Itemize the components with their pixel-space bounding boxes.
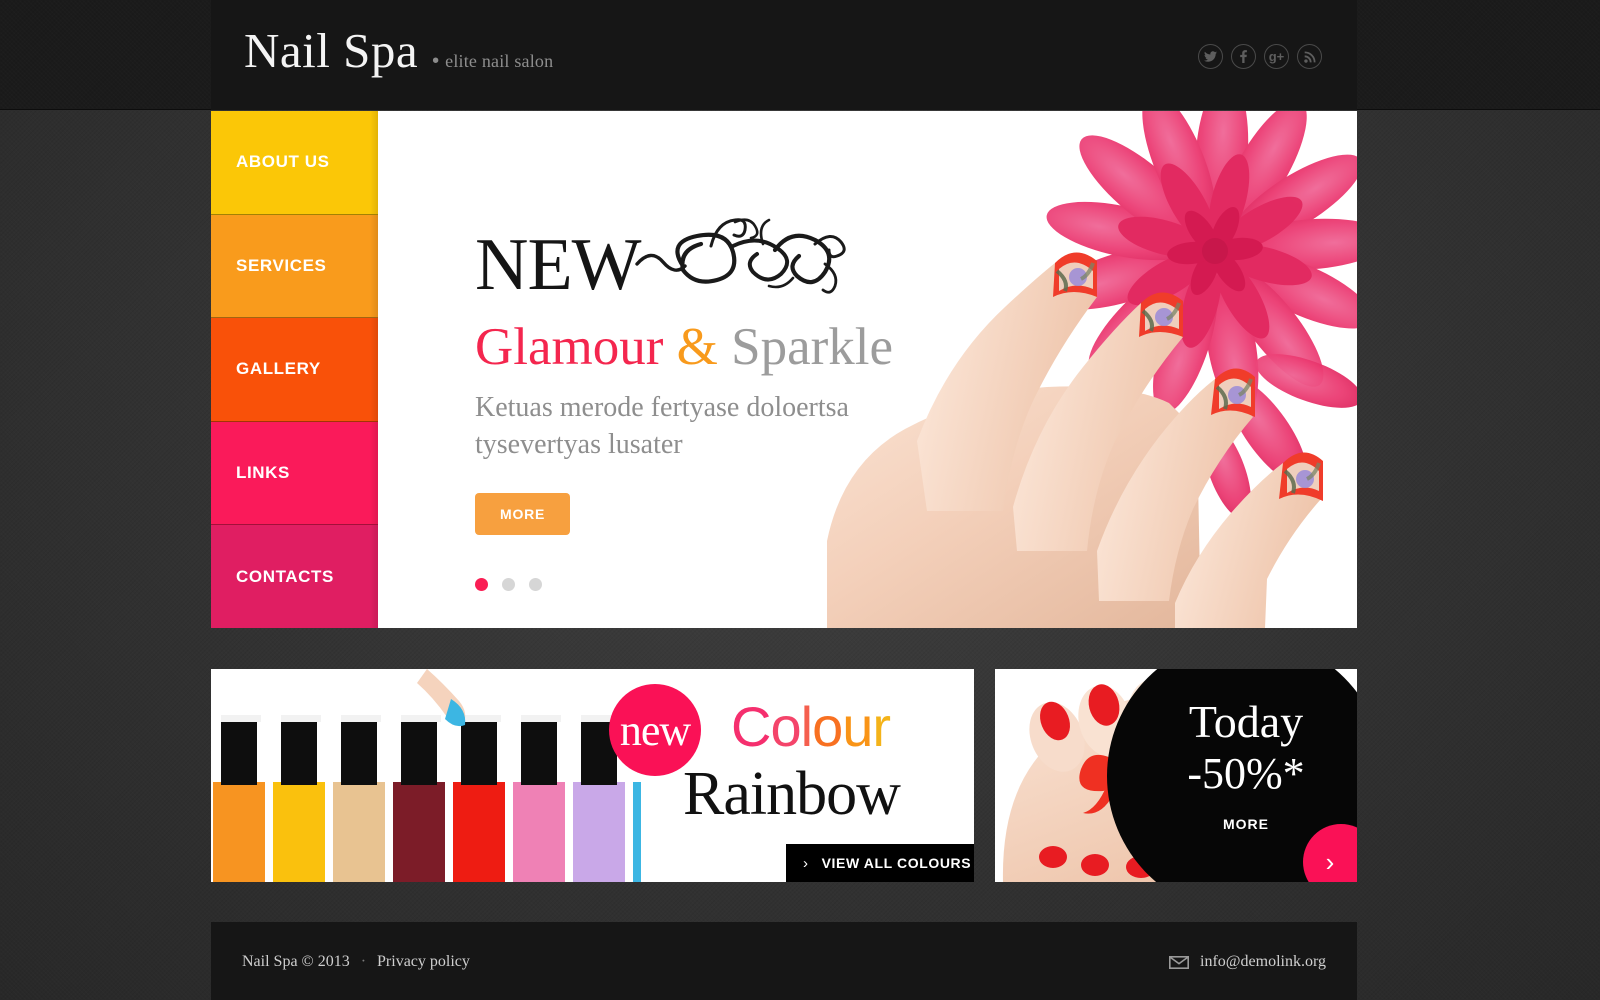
slider-dot-3[interactable] xyxy=(529,578,542,591)
logo-separator: • xyxy=(432,50,440,72)
footer-email[interactable]: info@demolink.org xyxy=(1200,953,1326,971)
social-links: g+ xyxy=(1198,44,1322,69)
nav-label-gallery: GALLERY xyxy=(236,359,321,379)
slide-1: NEW Glamour & Sparkle Ketuas merode fert… xyxy=(378,111,1357,628)
twitter-icon[interactable] xyxy=(1198,44,1223,69)
banner-colour-rainbow[interactable]: new Colour Rainbow › VIEW ALL COLOURS xyxy=(211,669,974,882)
slide-more-button[interactable]: MORE xyxy=(475,493,571,536)
today-more-button[interactable]: MORE xyxy=(1223,816,1269,832)
chevron-right-icon: › xyxy=(1325,846,1335,877)
main-navigation: ABOUT US SERVICES GALLERY LINKS CONTACTS xyxy=(211,111,378,628)
slide-kicker: NEW xyxy=(475,224,641,306)
privacy-policy-link[interactable]: Privacy policy xyxy=(377,953,470,970)
site-tagline: elite nail salon xyxy=(445,51,554,71)
slider-pagination xyxy=(475,578,542,591)
logo-wrap[interactable]: Nail Spa • elite nail salon xyxy=(244,26,553,75)
slide-kicker-row: NEW xyxy=(475,218,945,306)
nav-label-services: SERVICES xyxy=(236,255,327,275)
colour-word: Colour xyxy=(731,695,891,758)
discount-value: -50%* xyxy=(1187,749,1305,798)
sidebar-item-about-us[interactable]: ABOUT US xyxy=(211,111,378,215)
headline-part-1: Glamour xyxy=(475,318,664,376)
header: Nail Spa • elite nail salon g+ xyxy=(211,0,1357,110)
sidebar-item-contacts[interactable]: CONTACTS xyxy=(211,525,378,628)
footer-copyright: Nail Spa © 2013 xyxy=(242,953,350,970)
headline-ampersand: & xyxy=(676,318,718,376)
footer-contact: info@demolink.org xyxy=(1169,953,1326,971)
footer-copyright-row: Nail Spa © 2013 · Privacy policy xyxy=(242,953,470,971)
slide-headline: Glamour & Sparkle xyxy=(475,318,945,376)
headline-part-2: Sparkle xyxy=(731,318,894,376)
nav-label-about-us: ABOUT US xyxy=(236,152,330,172)
rainbow-word: Rainbow xyxy=(683,760,901,828)
flourish-ornament xyxy=(634,218,846,294)
nail-polish-bottles-image xyxy=(213,669,641,882)
chevron-right-icon: › xyxy=(803,854,809,872)
view-all-colours-button[interactable]: › VIEW ALL COLOURS xyxy=(786,844,974,882)
slide-text-block: NEW Glamour & Sparkle Ketuas merode fert… xyxy=(475,218,945,536)
slide-subtitle: Ketuas merode fertyase doloertsa tysever… xyxy=(475,391,849,460)
facebook-icon[interactable] xyxy=(1231,44,1256,69)
hero-slider: ABOUT US SERVICES GALLERY LINKS CONTACTS xyxy=(211,111,1357,628)
today-label: Today xyxy=(1188,696,1304,747)
rss-icon[interactable] xyxy=(1297,44,1322,69)
sidebar-item-services[interactable]: SERVICES xyxy=(211,214,378,319)
site-logo[interactable]: Nail Spa xyxy=(244,26,418,75)
nav-label-links: LINKS xyxy=(236,463,290,483)
sidebar-item-gallery[interactable]: GALLERY xyxy=(211,318,378,422)
slider-dot-2[interactable] xyxy=(502,578,515,591)
googleplus-icon[interactable]: g+ xyxy=(1264,44,1289,69)
footer: Nail Spa © 2013 · Privacy policy info@de… xyxy=(211,922,1357,1000)
sidebar-item-links[interactable]: LINKS xyxy=(211,421,378,526)
slider-dot-1[interactable] xyxy=(475,578,488,591)
banner-today-discount[interactable]: Today -50%* MORE › xyxy=(995,669,1357,882)
envelope-icon xyxy=(1169,955,1190,969)
nav-label-contacts: CONTACTS xyxy=(236,566,334,586)
footer-separator: · xyxy=(360,953,367,970)
view-all-colours-label: VIEW ALL COLOURS xyxy=(821,855,972,871)
header-band: Nail Spa • elite nail salon g+ xyxy=(0,0,1600,110)
